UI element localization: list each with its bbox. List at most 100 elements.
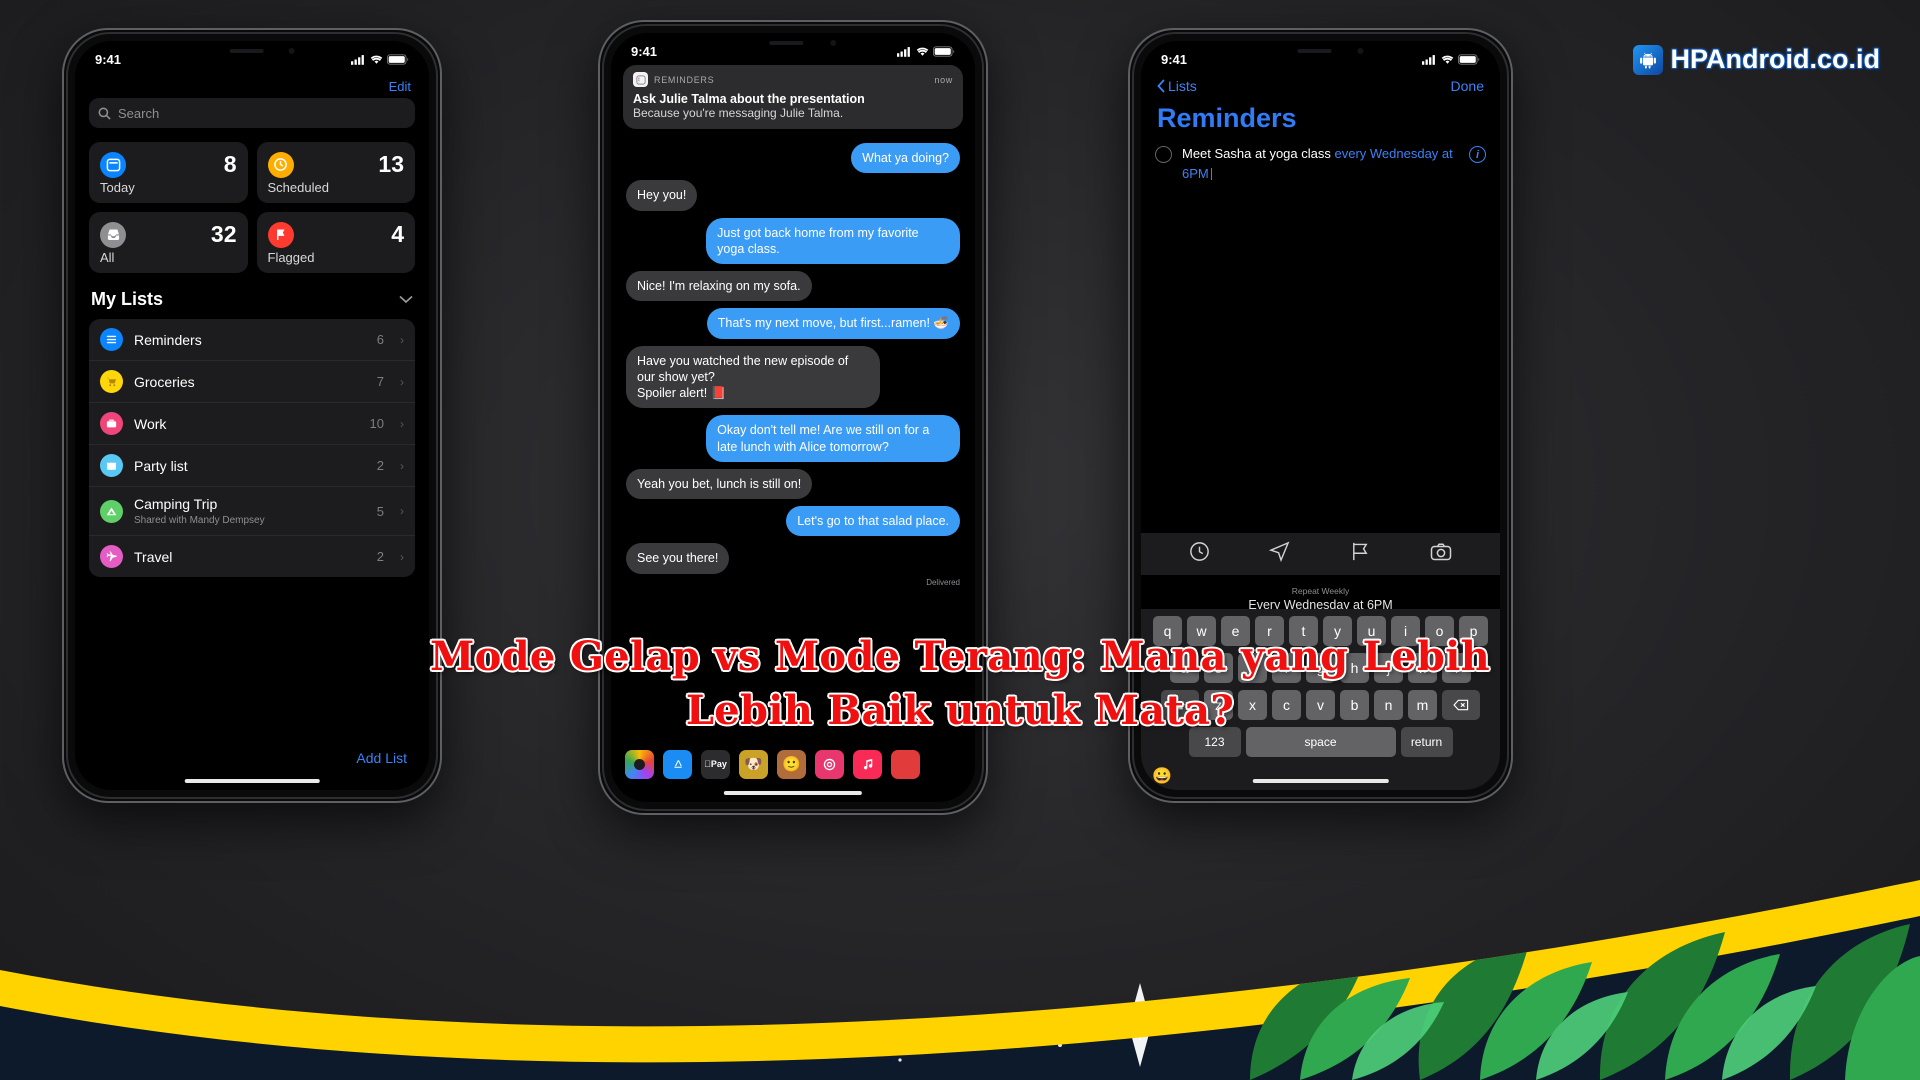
key-f[interactable]: f bbox=[1272, 653, 1301, 683]
key-m[interactable]: m bbox=[1408, 690, 1437, 720]
message-bubble-incoming[interactable]: Yeah you bet, lunch is still on! bbox=[626, 468, 813, 499]
reminder-text[interactable]: Meet Sasha at yoga class every Wednesday… bbox=[1182, 144, 1459, 183]
notification-title: Ask Julie Talma about the presentation bbox=[633, 92, 865, 106]
back-to-lists-button[interactable]: Lists bbox=[1157, 78, 1197, 94]
key-r[interactable]: r bbox=[1255, 616, 1284, 646]
add-list-button[interactable]: Add List bbox=[356, 750, 407, 766]
camera-icon[interactable] bbox=[1429, 540, 1453, 569]
key-y[interactable]: y bbox=[1323, 616, 1352, 646]
search-input[interactable]: Search bbox=[89, 98, 415, 128]
key-c[interactable]: c bbox=[1272, 690, 1301, 720]
key-j[interactable]: j bbox=[1374, 653, 1403, 683]
on-screen-keyboard: q w e r t y u i o p a s d f g h j k l z … bbox=[1141, 609, 1500, 790]
list-name: Groceries bbox=[134, 373, 195, 390]
status-indicators bbox=[897, 45, 955, 57]
memoji-face-icon[interactable]: 🙂 bbox=[777, 749, 806, 779]
app-store-icon[interactable] bbox=[663, 749, 692, 779]
key-z[interactable]: z bbox=[1204, 690, 1233, 720]
my-lists-header-row: My Lists bbox=[91, 289, 413, 310]
key-q[interactable]: q bbox=[1153, 616, 1182, 646]
reminders-notification-banner[interactable]: REMINDERS now Ask Julie Talma about the … bbox=[623, 65, 963, 129]
tile-flagged[interactable]: 4 Flagged bbox=[256, 212, 415, 273]
message-bubble-outgoing[interactable]: That's my next move, but first...ramen! … bbox=[706, 308, 960, 339]
keyboard-row-2: a s d f g h j k l bbox=[1144, 653, 1497, 683]
more-apps-icon[interactable] bbox=[891, 749, 920, 779]
list-subtitle: Shared with Mandy Dempsey bbox=[134, 515, 265, 526]
edit-button[interactable]: Edit bbox=[89, 71, 415, 98]
phone-mockup-reminder-detail: 9:41 Lists Done Reminders Meet Sasha at … bbox=[1128, 28, 1513, 803]
key-v[interactable]: v bbox=[1306, 690, 1335, 720]
message-bubble-outgoing[interactable]: Just got back home from my favorite yoga… bbox=[706, 217, 960, 264]
list-item[interactable]: Travel 2 › bbox=[89, 536, 415, 577]
location-icon[interactable] bbox=[1268, 540, 1291, 568]
emoji-key-icon[interactable]: 😀 bbox=[1152, 766, 1172, 786]
message-bubble-incoming[interactable]: See you there! bbox=[626, 543, 730, 574]
reminder-task-row[interactable]: Meet Sasha at yoga class every Wednesday… bbox=[1141, 144, 1500, 183]
apple-pay-icon[interactable]: Pay bbox=[701, 749, 730, 779]
list-item[interactable]: Work 10 › bbox=[89, 403, 415, 445]
key-b[interactable]: b bbox=[1340, 690, 1369, 720]
navigation-bar: Lists Done bbox=[1141, 73, 1500, 94]
message-bubble-incoming[interactable]: Hey you! bbox=[626, 180, 698, 211]
tile-scheduled[interactable]: 13 Scheduled bbox=[256, 142, 415, 203]
shift-key-icon[interactable] bbox=[1161, 690, 1199, 720]
return-key[interactable]: return bbox=[1400, 727, 1453, 757]
battery-icon bbox=[387, 53, 409, 65]
notification-time: now bbox=[934, 74, 953, 85]
home-indicator[interactable] bbox=[1252, 779, 1389, 783]
smart-lists-grid: 8 Today 13 Scheduled 32 All 4 Flagged bbox=[89, 142, 415, 273]
message-bubble-outgoing[interactable]: Okay don't tell me! Are we still on for … bbox=[706, 415, 960, 462]
numbers-key[interactable]: 123 bbox=[1188, 727, 1241, 757]
home-indicator[interactable] bbox=[184, 779, 320, 783]
tile-count: 8 bbox=[223, 151, 237, 177]
memoji-dog-icon[interactable]: 🐶 bbox=[739, 749, 768, 779]
message-bubble-outgoing[interactable]: What ya doing? bbox=[851, 143, 960, 174]
chevron-right-icon: › bbox=[400, 374, 404, 389]
tile-today[interactable]: 8 Today bbox=[89, 142, 248, 203]
key-p[interactable]: p bbox=[1459, 616, 1488, 646]
key-i[interactable]: i bbox=[1391, 616, 1420, 646]
clock-icon[interactable] bbox=[1188, 540, 1211, 568]
list-item[interactable]: Groceries 7 › bbox=[89, 361, 415, 403]
complete-circle-icon[interactable] bbox=[1155, 146, 1172, 163]
tile-all[interactable]: 32 All bbox=[89, 212, 248, 273]
list-item[interactable]: Reminders 6 › bbox=[89, 319, 415, 361]
flag-icon bbox=[267, 221, 294, 248]
tile-label: Scheduled bbox=[267, 180, 329, 195]
key-s[interactable]: s bbox=[1204, 653, 1233, 683]
key-k[interactable]: k bbox=[1408, 653, 1437, 683]
key-o[interactable]: o bbox=[1425, 616, 1454, 646]
key-d[interactable]: d bbox=[1238, 653, 1267, 683]
my-lists-card: Reminders 6 › Groceries 7 › Work 10 › Pa… bbox=[89, 319, 415, 577]
message-bubble-incoming[interactable]: Have you watched the new episode of our … bbox=[626, 345, 880, 409]
flag-icon[interactable] bbox=[1349, 540, 1372, 568]
photos-icon[interactable] bbox=[625, 749, 654, 779]
key-a[interactable]: a bbox=[1170, 653, 1199, 683]
music-icon[interactable] bbox=[853, 749, 882, 779]
digital-touch-icon[interactable] bbox=[815, 749, 844, 779]
home-indicator[interactable] bbox=[723, 791, 863, 795]
key-u[interactable]: u bbox=[1357, 616, 1386, 646]
space-key[interactable]: space bbox=[1245, 727, 1396, 757]
chevron-down-icon[interactable] bbox=[399, 291, 413, 309]
front-camera-icon bbox=[288, 48, 295, 54]
key-w[interactable]: w bbox=[1187, 616, 1216, 646]
key-t[interactable]: t bbox=[1289, 616, 1318, 646]
key-x[interactable]: x bbox=[1238, 690, 1267, 720]
tile-label: All bbox=[100, 250, 115, 265]
key-h[interactable]: h bbox=[1340, 653, 1369, 683]
done-button[interactable]: Done bbox=[1451, 78, 1484, 94]
list-count: 2 bbox=[376, 458, 384, 473]
message-bubble-outgoing[interactable]: Let's go to that salad place. bbox=[786, 506, 960, 537]
key-g[interactable]: g bbox=[1306, 653, 1335, 683]
reminder-detail-content: Lists Done Reminders Meet Sasha at yoga … bbox=[1141, 41, 1500, 790]
backspace-key-icon[interactable] bbox=[1442, 690, 1480, 720]
key-l[interactable]: l bbox=[1442, 653, 1471, 683]
key-e[interactable]: e bbox=[1221, 616, 1250, 646]
key-n[interactable]: n bbox=[1374, 690, 1403, 720]
list-item[interactable]: Camping Trip Shared with Mandy Dempsey 5… bbox=[89, 487, 415, 536]
list-item[interactable]: Party list 2 › bbox=[89, 445, 415, 487]
cellular-icon bbox=[351, 54, 364, 65]
info-icon[interactable]: i bbox=[1469, 146, 1486, 163]
message-bubble-incoming[interactable]: Nice! I'm relaxing on my sofa. bbox=[626, 271, 812, 302]
